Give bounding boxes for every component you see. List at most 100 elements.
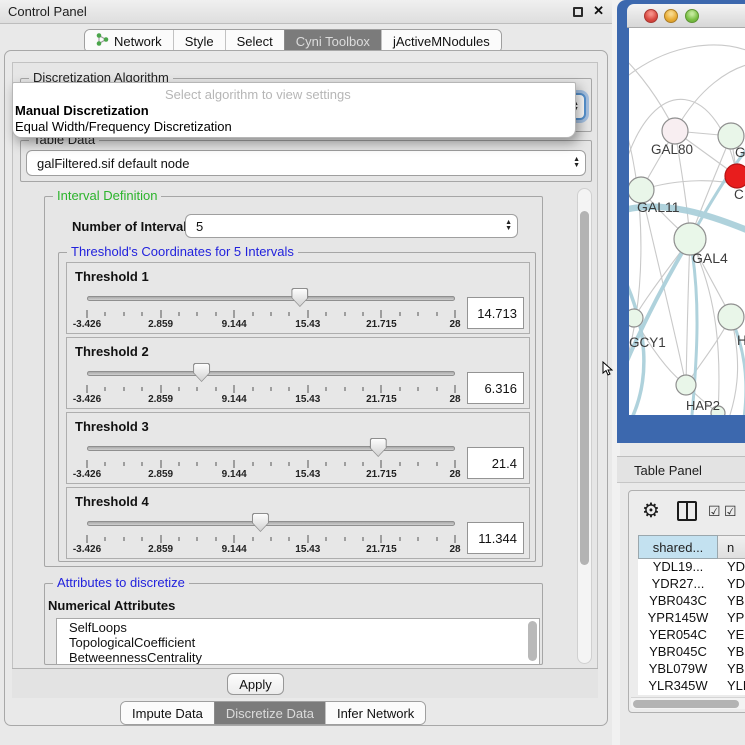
control-panel-titlebar: Control Panel ✕ [0,0,612,24]
node-red-selected[interactable] [725,164,745,188]
slider-track[interactable] [87,296,455,301]
table-body[interactable]: YDL19...YDL1YDR27...YDR2YBR043CYBR0YPR14… [638,559,745,695]
zoom-traffic-light-icon[interactable] [685,9,699,23]
tab-impute-data[interactable]: Impute Data [121,702,214,724]
cell-name[interactable]: YLR3 [718,678,745,695]
table-row[interactable]: YPR145WYPR1 [638,610,745,627]
slider-tick [455,460,456,468]
threshold-value-field[interactable]: 21.4 [467,447,524,479]
cell-shared-name[interactable]: YER054C [638,627,718,644]
slider-tick [399,387,400,391]
cell-shared-name[interactable]: YBR045C [638,644,718,661]
tab-cyni-toolbox[interactable]: Cyni Toolbox [284,30,381,52]
threshold-value-field[interactable]: 6.316 [467,372,524,404]
cell-name[interactable]: YDR2 [718,576,745,593]
node-gcy1[interactable] [629,309,643,327]
table-row[interactable]: YER054CYER0 [638,627,745,644]
cell-shared-name[interactable]: YDL19... [638,559,718,576]
node-h[interactable] [718,304,744,330]
apply-button[interactable]: Apply [227,673,284,695]
cell-name[interactable]: YBR0 [718,593,745,610]
slider-thumb[interactable] [370,438,387,457]
close-traffic-light-icon[interactable] [644,9,658,23]
combo-stepper-icon: ▲▼ [505,220,512,232]
tab-jactivemnodules[interactable]: jActiveMNodules [381,30,501,52]
slider-track[interactable] [87,521,455,526]
table-row[interactable]: YBR043CYBR0 [638,593,745,610]
node-hap2[interactable] [676,375,696,395]
cell-shared-name[interactable]: YPR145W [638,610,718,627]
attribute-list-item[interactable]: TopologicalCoefficient [57,634,539,649]
tab-style[interactable]: Style [173,30,225,52]
attribute-list-item[interactable]: BetweennessCentrality [57,649,539,664]
table-hscrollbar[interactable] [631,697,745,709]
number-of-intervals-combobox[interactable]: 5 ▲▼ [185,214,518,238]
slider-thumb[interactable] [193,363,210,382]
table-data-combobox[interactable]: galFiltered.sif default node ▲▼ [26,150,586,176]
network-nodes[interactable] [629,118,745,415]
table-row[interactable]: YLR345WYLR3 [638,678,745,695]
checkbox-icon[interactable]: ☑ [724,503,737,520]
split-columns-icon[interactable] [677,501,697,521]
threshold-value-field[interactable]: 11.344 [467,522,524,554]
table-row[interactable]: YBR045CYBR0 [638,644,745,661]
slider-tick [197,537,198,541]
threshold-slider[interactable]: -3.4262.8599.14415.4321.71528 [87,338,455,410]
node-gal80[interactable] [662,118,688,144]
slider-thumb[interactable] [291,288,308,307]
cell-name[interactable]: YBL0 [718,661,745,678]
table-row[interactable]: YDL19...YDL1 [638,559,745,576]
table-hscrollbar-thumb[interactable] [633,700,739,708]
threshold-value-field[interactable]: 14.713 [467,297,524,329]
slider-tick-label: 15.43 [295,319,320,330]
node-label-h: H [737,333,745,348]
tab-discretize-data[interactable]: Discretize Data [214,702,325,724]
slider-tick [418,462,419,466]
algorithm-item-manual-discretization[interactable]: Manual Discretization [15,103,149,118]
tab-select[interactable]: Select [225,30,284,52]
cell-name[interactable]: YDL1 [718,559,745,576]
close-icon[interactable]: ✕ [593,3,604,19]
minimize-traffic-light-icon[interactable] [664,9,678,23]
table-row[interactable]: YBL079WYBL0 [638,661,745,678]
table-panel-title: Table Panel [634,463,702,478]
slider-tick [105,387,106,391]
cell-name[interactable]: YBR0 [718,644,745,661]
cell-shared-name[interactable]: YLR345W [638,678,718,695]
slider-tick-label: 2.859 [148,319,173,330]
attributes-scrollbar-thumb[interactable] [528,621,537,661]
algorithm-placeholder-item[interactable]: Select algorithm to view settings [165,87,351,102]
column-header-name[interactable]: n [718,535,745,559]
content-scrollbar-thumb[interactable] [580,211,589,565]
slider-tick [160,535,161,543]
algorithm-item-equal-width-frequency[interactable]: Equal Width/Frequency Discretization [15,119,232,134]
slider-thumb[interactable] [252,513,269,532]
content-scrollbar[interactable] [577,188,592,664]
network-canvas[interactable]: GAL80 GA C GAL11 GAL4 GCY1 H HAP2 [629,28,745,415]
slider-tick [142,537,143,541]
attribute-list-item[interactable]: SelfLoops [57,619,539,634]
cell-shared-name[interactable]: YDR27... [638,576,718,593]
cyni-bottom-tabs: Impute Data Discretize Data Infer Networ… [120,701,426,725]
float-window-icon[interactable] [573,7,583,17]
slider-tick-label: 28 [449,544,460,555]
threshold-slider[interactable]: -3.4262.8599.14415.4321.71528 [87,263,455,335]
column-header-shared-name[interactable]: shared... [638,535,718,559]
numerical-attributes-list[interactable]: SelfLoopsTopologicalCoefficientBetweenne… [56,618,540,665]
slider-track[interactable] [87,446,455,451]
network-window-titlebar[interactable] [627,4,745,28]
tab-network[interactable]: Network [85,30,173,52]
cell-shared-name[interactable]: YBR043C [638,593,718,610]
checkbox-icon[interactable]: ☑ [708,503,721,520]
thresholds-group-title: Threshold's Coordinates for 5 Intervals [67,244,298,259]
slider-track[interactable] [87,371,455,376]
cell-shared-name[interactable]: YBL079W [638,661,718,678]
threshold-slider[interactable]: -3.4262.8599.14415.4321.71528 [87,413,455,485]
cell-name[interactable]: YER0 [718,627,745,644]
slider-tick [381,535,382,543]
threshold-slider[interactable]: -3.4262.8599.14415.4321.71528 [87,488,455,560]
table-row[interactable]: YDR27...YDR2 [638,576,745,593]
tab-infer-network[interactable]: Infer Network [325,702,425,724]
gear-icon[interactable]: ⚙ [642,498,660,523]
cell-name[interactable]: YPR1 [718,610,745,627]
